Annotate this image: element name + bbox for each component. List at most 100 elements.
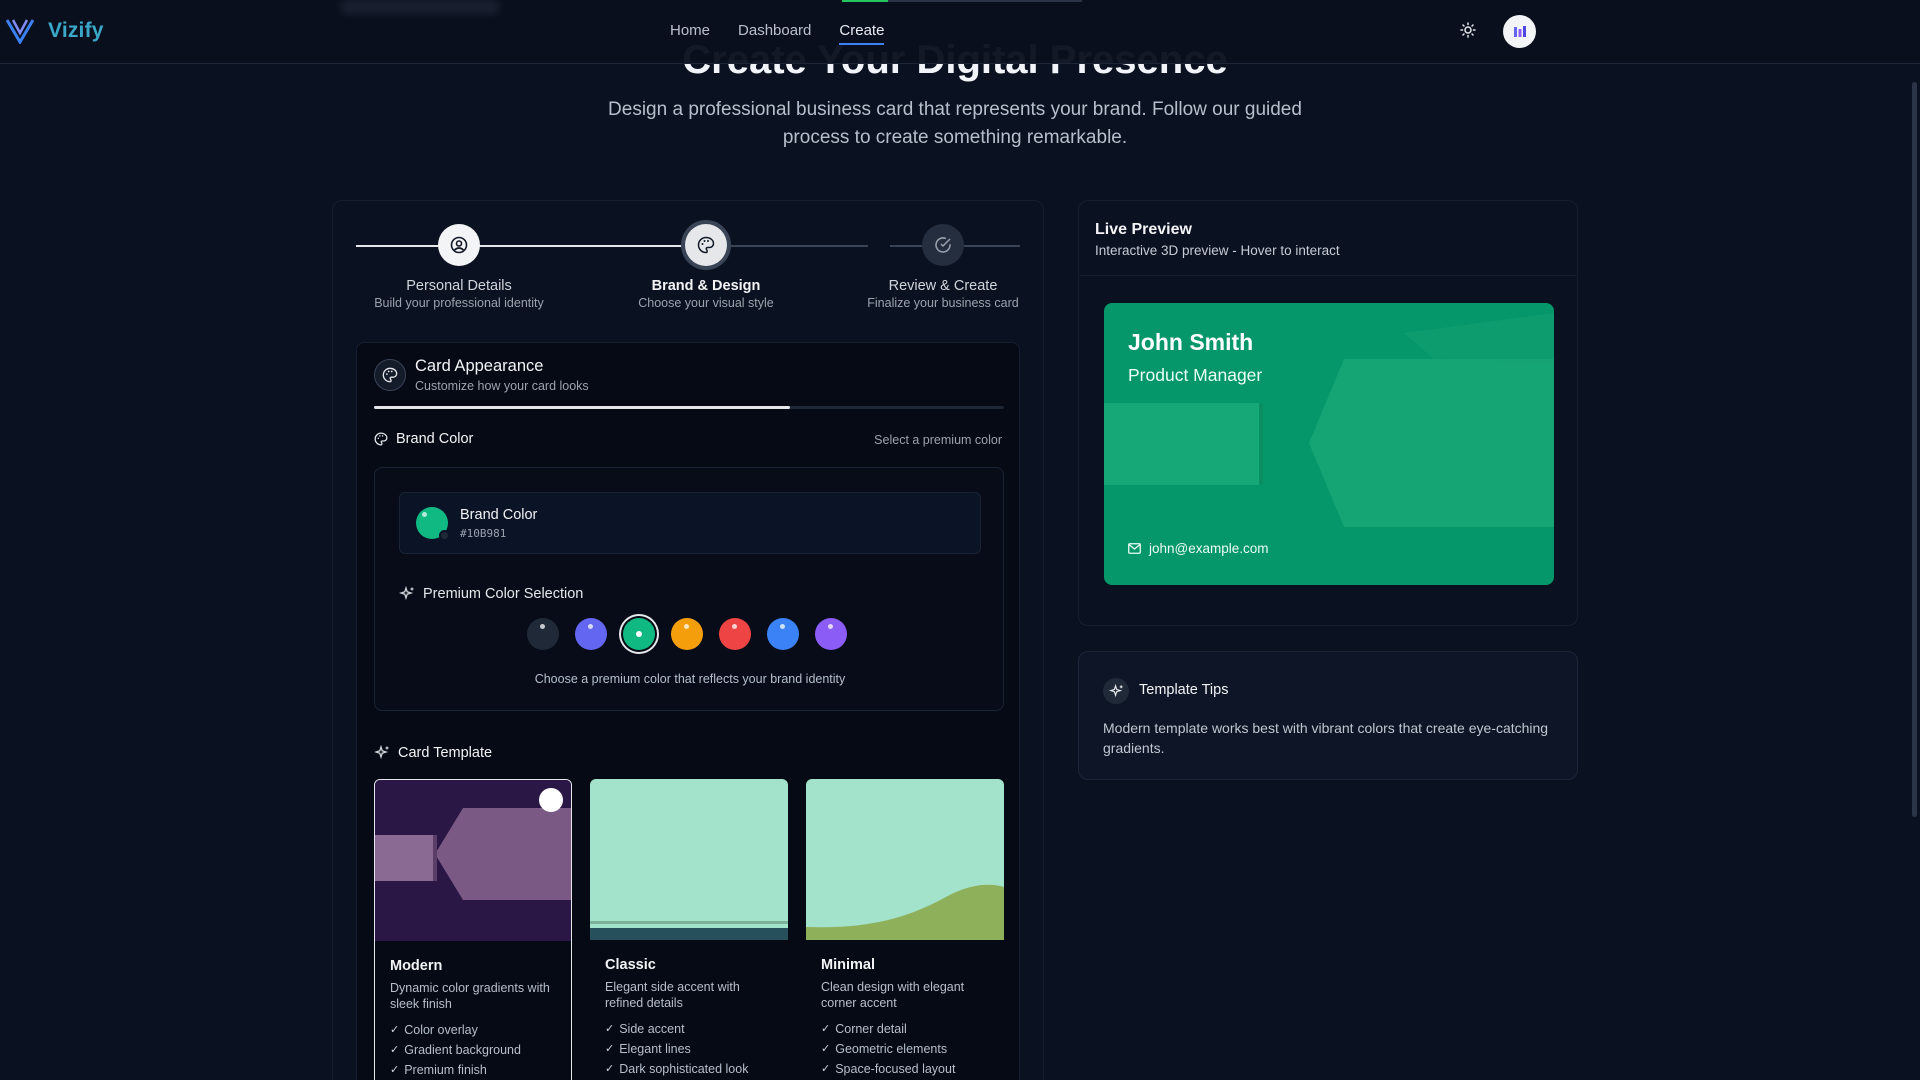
color-swatch-1[interactable] (527, 618, 559, 650)
step-title: Personal Details (406, 278, 512, 294)
premium-color-heading: Premium Color Selection (399, 586, 583, 602)
divider (1079, 275, 1577, 276)
card-template-heading-label: Card Template (398, 745, 493, 761)
mail-icon (1128, 543, 1141, 554)
current-brand-color[interactable]: Brand Color #10B981 (399, 492, 981, 554)
card-email: john@example.com (1128, 541, 1269, 556)
tips-text: Modern template works best with vibrant … (1103, 720, 1549, 756)
template-option-modern[interactable]: Modern Dynamic color gradients with slee… (374, 779, 572, 1080)
color-swatch-5[interactable] (719, 618, 751, 650)
template-thumbnail-classic (590, 779, 788, 940)
check-icon: ✓ (390, 1064, 400, 1076)
feature-item: ✓ Gradient background (390, 1040, 521, 1060)
brand-color-heading-label: Brand Color (396, 431, 474, 447)
color-swatch-7[interactable] (815, 618, 847, 650)
template-features: ✓ Color overlay ✓ Gradient background ✓ Pre… (390, 1020, 521, 1080)
business-card-preview[interactable]: John Smith Product Manager john@example.… (1104, 303, 1554, 585)
section-title: Card Appearance (415, 357, 544, 375)
nav-link-dashboard[interactable]: Dashboard (738, 22, 811, 45)
avatar-logo-icon (1513, 25, 1526, 37)
nav-blur-artifact (340, 0, 500, 14)
step-desc: Finalize your business card (867, 296, 1019, 310)
template-features: ✓ Side accent ✓ Elegant lines ✓ Dark sophis… (605, 1019, 748, 1079)
card-email-text: john@example.com (1149, 541, 1269, 556)
template-name: Minimal (821, 957, 875, 973)
brand-color-panel: Brand Color #10B981 Premium Color Select… (374, 467, 1004, 711)
section-progress-fill (374, 406, 790, 409)
color-swatch-row (527, 618, 847, 650)
step-personal-details[interactable]: Personal Details Build your professional… (359, 224, 559, 310)
section-subtitle: Customize how your card looks (415, 379, 589, 393)
brand-color-heading: Brand Color (374, 431, 473, 447)
tips-icon-badge (1103, 678, 1129, 704)
template-desc: Dynamic color gradients with sleek finis… (390, 981, 550, 1011)
page-scrollbar[interactable] (1912, 82, 1917, 817)
step-circle (922, 224, 964, 266)
feature-item: ✓ Elegant lines (605, 1039, 748, 1059)
sun-icon (1460, 22, 1476, 38)
template-thumbnail-minimal (806, 779, 1004, 940)
color-swatch-4[interactable] (671, 618, 703, 650)
edit-color-dot (439, 530, 450, 541)
vizify-logo-icon (6, 19, 34, 44)
check-circle-icon (935, 237, 951, 253)
premium-color-hint: Choose a premium color that reflects you… (534, 672, 846, 686)
template-name: Modern (390, 958, 443, 974)
step-circle (685, 224, 727, 266)
template-desc: Clean design with elegant corner accent (821, 980, 965, 1010)
template-name: Classic (605, 957, 656, 973)
page-subtitle: Design a professional business card that… (608, 99, 1302, 148)
live-preview-panel: Live Preview Interactive 3D preview - Ho… (1078, 200, 1578, 626)
feature-item: ✓ Side accent (605, 1019, 748, 1039)
top-navbar: Vizify Home Dashboard Create (0, 0, 1920, 64)
tips-title: Template Tips (1139, 682, 1229, 698)
check-icon: ✓ (821, 1023, 831, 1035)
nav-link-create[interactable]: Create (839, 22, 885, 45)
card-name: John Smith (1128, 329, 1254, 355)
feature-item: ✓ Color overlay (390, 1020, 521, 1040)
step-title: Brand & Design (651, 278, 761, 294)
preview-title: Live Preview (1095, 221, 1192, 238)
brand-name: Vizify (48, 19, 104, 42)
selected-indicator (539, 788, 563, 812)
current-color-hex: #10B981 (460, 527, 507, 540)
card-appearance-section: Card Appearance Customize how your card … (356, 342, 1020, 1080)
sparkles-icon (1108, 683, 1123, 697)
premium-color-heading-label: Premium Color Selection (423, 586, 584, 602)
nav-progress-line (842, 0, 1082, 2)
user-circle-icon (450, 236, 468, 254)
step-brand-design[interactable]: Brand & Design Choose your visual style (606, 224, 806, 310)
template-option-minimal[interactable]: Minimal Clean design with elegant corner… (806, 779, 1004, 1080)
sparkles-icon (374, 745, 389, 760)
template-option-classic[interactable]: Classic Elegant side accent with refined… (590, 779, 788, 1080)
theme-toggle-button[interactable] (1458, 20, 1478, 40)
feature-item: ✓ Space-focused layout (821, 1059, 955, 1079)
palette-icon (697, 236, 715, 254)
current-color-swatch (416, 507, 450, 541)
feature-item: ✓ Premium finish (390, 1060, 521, 1080)
palette-icon (382, 367, 398, 383)
color-swatch-2[interactable] (575, 618, 607, 650)
check-icon: ✓ (605, 1043, 615, 1055)
brand-logo[interactable]: Vizify (6, 18, 104, 44)
section-progress-bar (374, 406, 1004, 409)
nav-links: Home Dashboard Create (670, 22, 885, 45)
card-template-heading: Card Template (374, 745, 492, 761)
feature-item: ✓ Dark sophisticated look (605, 1059, 748, 1079)
step-title: Review & Create (888, 278, 998, 294)
card-role: Product Manager (1128, 365, 1263, 385)
check-icon: ✓ (605, 1063, 615, 1075)
step-circle (438, 224, 480, 266)
template-desc: Elegant side accent with refined details (605, 980, 740, 1010)
nav-link-home[interactable]: Home (670, 22, 710, 45)
check-icon: ✓ (605, 1023, 615, 1035)
check-icon: ✓ (390, 1044, 400, 1056)
template-features: ✓ Corner detail ✓ Geometric elements ✓ Spac… (821, 1019, 955, 1079)
user-avatar[interactable] (1503, 15, 1536, 48)
step-review-create[interactable]: Review & Create Finalize your business c… (843, 224, 1043, 310)
check-icon: ✓ (390, 1024, 400, 1036)
color-swatch-6[interactable] (767, 618, 799, 650)
step-desc: Build your professional identity (374, 296, 544, 310)
brand-color-hint: Select a premium color (874, 433, 1002, 447)
color-swatch-3[interactable] (623, 618, 655, 650)
